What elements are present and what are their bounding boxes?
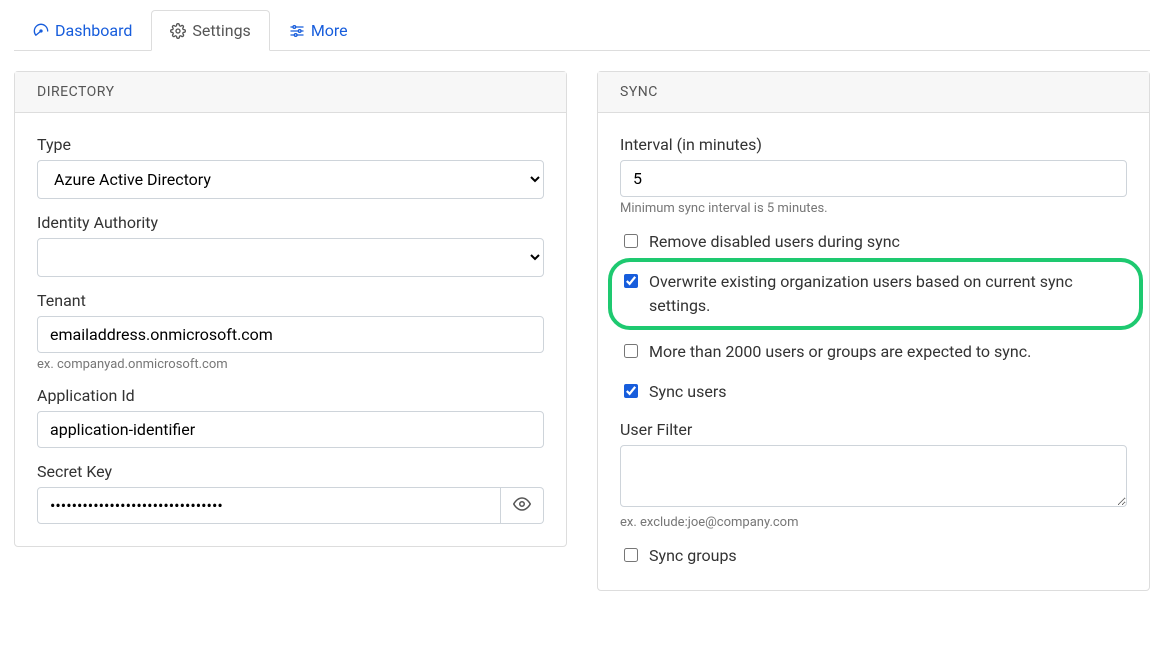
overwrite-existing-label: Overwrite existing organization users ba… [649,270,1127,318]
identity-authority-select[interactable] [37,238,544,277]
gear-icon [170,23,186,39]
tenant-label: Tenant [37,291,544,310]
interval-input[interactable] [620,160,1127,197]
directory-card-title: DIRECTORY [15,72,566,113]
sync-users-checkbox[interactable] [624,384,638,398]
application-id-label: Application Id [37,386,544,405]
application-id-input[interactable] [37,411,544,448]
nav-tabs: Dashboard Settings More [14,10,1150,51]
remove-disabled-label: Remove disabled users during sync [649,230,900,254]
tab-settings[interactable]: Settings [151,10,269,51]
tab-more-label: More [311,21,348,40]
directory-card: DIRECTORY Type Azure Active Directory Id… [14,71,567,547]
sync-card-title: SYNC [598,72,1149,113]
overwrite-highlight: Overwrite existing organization users ba… [608,258,1143,330]
user-filter-help-text: ex. exclude:joe@company.com [620,515,1127,530]
secret-key-input[interactable] [37,487,501,524]
type-select[interactable]: Azure Active Directory [37,160,544,199]
sliders-icon [289,23,305,39]
sync-groups-checkbox[interactable] [624,548,638,562]
eye-icon [513,495,531,517]
large-import-checkbox[interactable] [624,344,638,358]
type-label: Type [37,135,544,154]
interval-label: Interval (in minutes) [620,135,1127,154]
large-import-label: More than 2000 users or groups are expec… [649,340,1031,364]
sync-groups-label: Sync groups [649,544,737,568]
tachometer-icon [33,23,49,39]
sync-card: SYNC Interval (in minutes) Minimum sync … [597,71,1150,591]
identity-authority-label: Identity Authority [37,213,544,232]
secret-key-label: Secret Key [37,462,544,481]
user-filter-textarea[interactable] [620,445,1127,507]
overwrite-existing-checkbox[interactable] [624,274,638,288]
reveal-secret-button[interactable] [501,487,544,524]
tenant-help-text: ex. companyad.onmicrosoft.com [37,357,544,372]
tab-dashboard[interactable]: Dashboard [14,10,151,51]
tab-dashboard-label: Dashboard [55,21,132,40]
remove-disabled-checkbox[interactable] [624,234,638,248]
user-filter-label: User Filter [620,420,1127,439]
interval-help-text: Minimum sync interval is 5 minutes. [620,201,1127,216]
tenant-input[interactable] [37,316,544,353]
tab-more[interactable]: More [270,10,367,51]
sync-users-label: Sync users [649,380,727,404]
tab-settings-label: Settings [192,21,250,40]
